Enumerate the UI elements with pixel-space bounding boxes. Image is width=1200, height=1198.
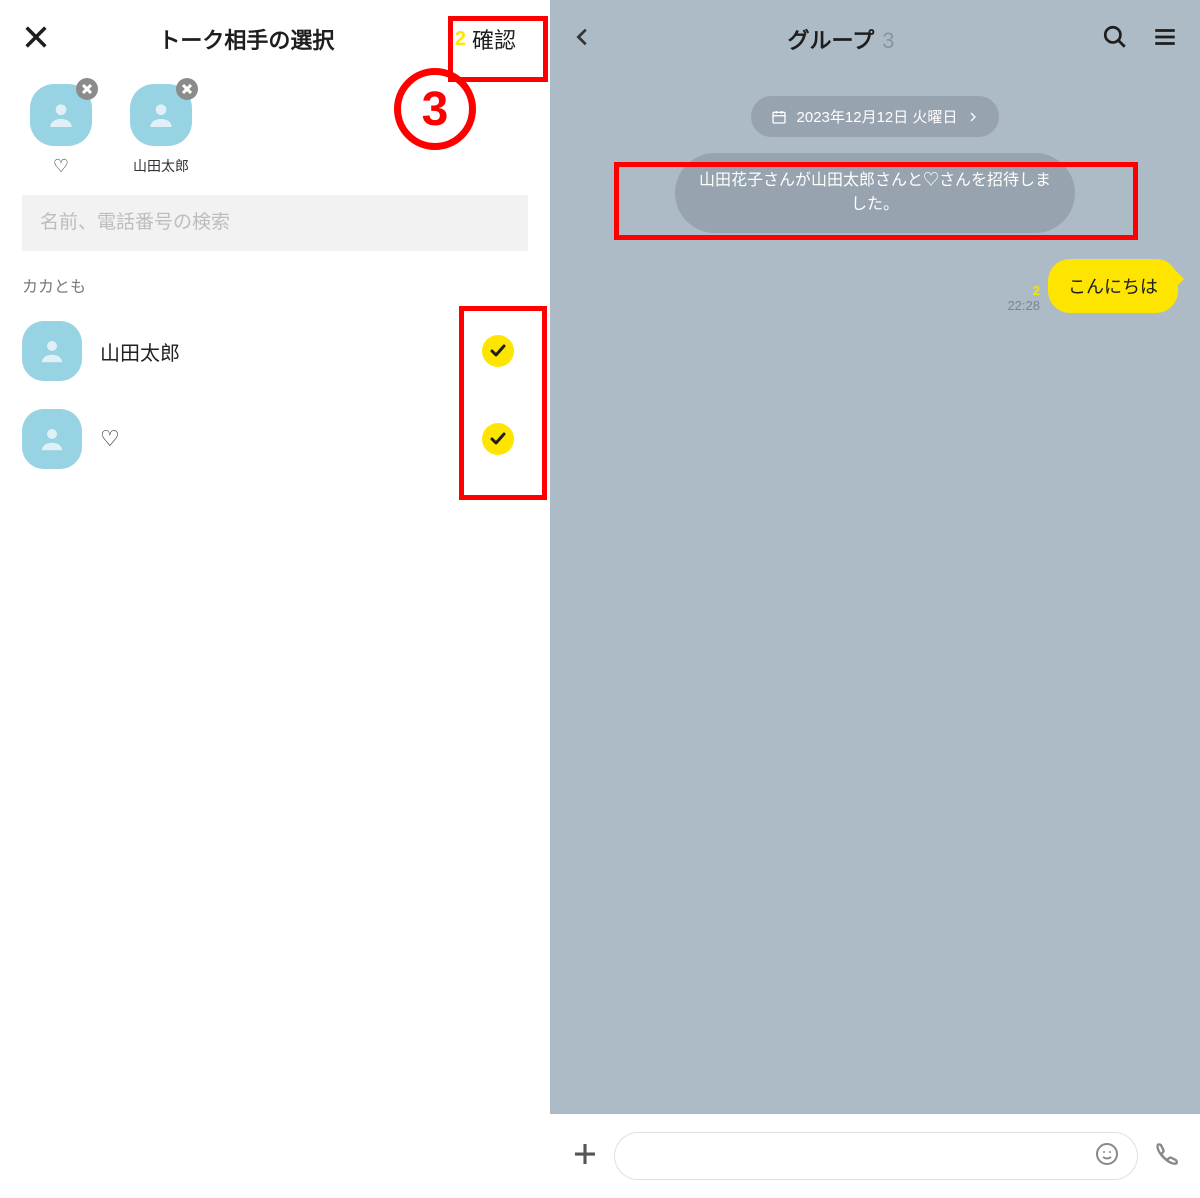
confirm-count: 2 — [455, 28, 466, 51]
left-header: トーク相手の選択 2 確認 — [0, 0, 550, 78]
selected-chips-row: ♡ 山田太郎 — [0, 78, 550, 195]
right-header: グループ 3 — [550, 0, 1200, 78]
contact-name: 山田太郎 — [100, 337, 464, 366]
chat-screen: グループ 3 2023年12月12日 火曜日 山田花子さんが山田太郎さんと♡さん… — [550, 0, 1200, 1198]
checkmark-icon[interactable] — [482, 423, 514, 455]
chat-input-bar — [550, 1114, 1200, 1198]
plus-icon[interactable] — [570, 1139, 600, 1174]
chip-label: ♡ — [53, 156, 69, 177]
message-input[interactable] — [614, 1132, 1138, 1180]
confirm-label: 確認 — [472, 23, 516, 55]
contact-name: ♡ — [100, 426, 464, 452]
contact-select-screen: トーク相手の選択 2 確認 ♡ — [0, 0, 550, 1198]
section-label: カカとも — [0, 273, 550, 307]
chat-member-count: 3 — [882, 28, 894, 54]
search-icon[interactable] — [1102, 24, 1128, 55]
chip-label: 山田太郎 — [133, 156, 189, 176]
date-text: 2023年12月12日 火曜日 — [797, 106, 958, 127]
avatar — [130, 84, 192, 146]
selected-chip[interactable]: ♡ — [22, 84, 100, 177]
chat-body: 2023年12月12日 火曜日 山田花子さんが山田太郎さんと♡さんを招待しました… — [550, 78, 1200, 1114]
search-input[interactable] — [40, 212, 510, 234]
message-meta: 2 22:28 — [1007, 283, 1040, 313]
avatar — [30, 84, 92, 146]
selected-chip[interactable]: 山田太郎 — [122, 84, 200, 177]
message-row: 2 22:28 こんにちは — [1007, 259, 1178, 313]
back-icon[interactable] — [572, 26, 594, 53]
unread-count: 2 — [1033, 283, 1040, 298]
chat-title: グループ — [788, 23, 875, 55]
chat-title-wrap: グループ 3 — [604, 23, 1078, 55]
confirm-button[interactable]: 2 確認 — [443, 13, 528, 65]
system-message: 山田花子さんが山田太郎さんと♡さんを招待しました。 — [675, 153, 1075, 233]
menu-icon[interactable] — [1152, 24, 1178, 55]
search-box[interactable] — [22, 195, 528, 251]
avatar — [22, 409, 82, 469]
avatar — [22, 321, 82, 381]
contact-row[interactable]: ♡ — [0, 395, 550, 483]
message-input-field[interactable] — [633, 1146, 1095, 1166]
close-icon[interactable] — [22, 23, 50, 56]
message-bubble[interactable]: こんにちは — [1048, 259, 1178, 313]
date-pill[interactable]: 2023年12月12日 火曜日 — [751, 96, 1000, 137]
remove-chip-icon[interactable] — [76, 78, 98, 100]
emoji-icon[interactable] — [1095, 1142, 1119, 1171]
page-title: トーク相手の選択 — [50, 23, 443, 55]
message-time: 22:28 — [1007, 298, 1040, 313]
contact-row[interactable]: 山田太郎 — [0, 307, 550, 395]
remove-chip-icon[interactable] — [176, 78, 198, 100]
checkmark-icon[interactable] — [482, 335, 514, 367]
phone-icon[interactable] — [1152, 1140, 1180, 1173]
